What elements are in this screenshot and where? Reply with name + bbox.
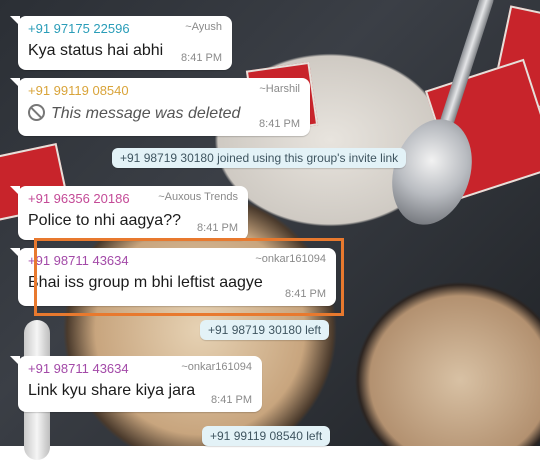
message-time: 8:41 PM — [181, 52, 222, 64]
sender-alias: ~Auxous Trends — [158, 191, 238, 203]
message-bubble-deleted[interactable]: +91 99119 08540 ~Harshil This message wa… — [10, 78, 310, 136]
message-time: 8:41 PM — [211, 394, 252, 406]
message-text: Police to nhi aagya?? — [28, 212, 181, 229]
message-text: Link kyu share kiya jara — [28, 382, 196, 399]
sender-alias: ~Ayush — [185, 21, 222, 33]
highlight-box — [34, 238, 344, 316]
deleted-message: This message was deleted — [28, 104, 240, 123]
sender-alias: ~onkar161094 — [181, 361, 252, 373]
message-bubble[interactable]: +91 96356 20186 ~Auxous Trends Police to… — [10, 186, 248, 240]
sender-number[interactable]: +91 96356 20186 — [28, 191, 130, 206]
sender-number[interactable]: +91 98711 43634 — [28, 361, 129, 376]
sender-number[interactable]: +91 97175 22596 — [28, 21, 130, 36]
sender-alias: ~Harshil — [259, 83, 300, 95]
message-text: Kya status hai abhi — [28, 42, 164, 59]
message-text: This message was deleted — [51, 105, 241, 122]
message-bubble[interactable]: +91 97175 22596 ~Ayush Kya status hai ab… — [10, 16, 232, 70]
system-notice: +91 99119 08540 left — [202, 426, 331, 446]
message-time: 8:41 PM — [197, 222, 238, 234]
blocked-icon — [28, 104, 45, 121]
message-bubble[interactable]: +91 98711 43634 ~onkar161094 Link kyu sh… — [10, 356, 262, 412]
message-time: 8:41 PM — [259, 118, 300, 130]
system-notice: +91 98719 30180 joined using this group'… — [112, 148, 407, 168]
system-notice: +91 98719 30180 left — [200, 320, 330, 340]
sender-number[interactable]: +91 99119 08540 — [28, 83, 129, 98]
